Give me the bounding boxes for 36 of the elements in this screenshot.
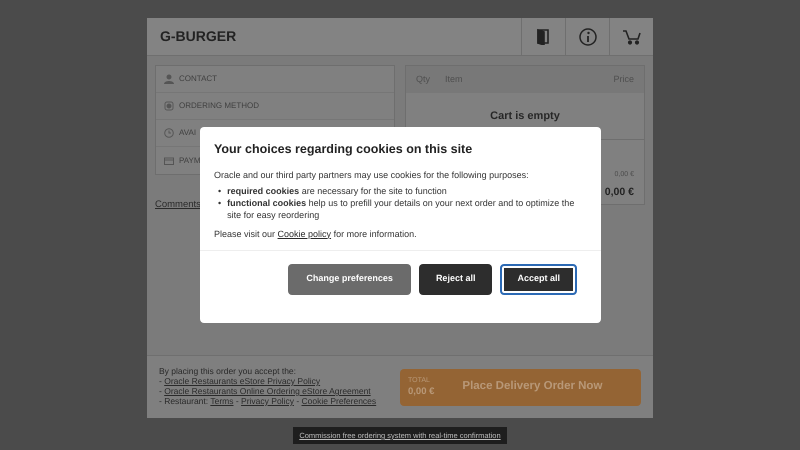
terms-text: - bbox=[159, 376, 163, 386]
store-title: G-BURGER bbox=[159, 27, 238, 46]
text-link[interactable]: Terms bbox=[210, 396, 234, 406]
clock-icon bbox=[164, 128, 174, 138]
purpose-item: required cookies are necessary for the site to function bbox=[227, 185, 447, 198]
dialog-title: Your choices regarding cookies on this site bbox=[213, 141, 474, 158]
dialog-text: Please visit our Cookie policy for more information. bbox=[214, 228, 418, 240]
text-link[interactable]: Oracle Restaurants Online Ordering eStore Agreement bbox=[164, 386, 371, 396]
step-label[interactable]: CONTACT bbox=[179, 73, 218, 85]
text-link[interactable]: Oracle Restaurants eStore Privacy Policy bbox=[164, 376, 320, 386]
dialog-button[interactable]: Reject all bbox=[418, 264, 492, 295]
person-icon bbox=[164, 74, 174, 84]
text-link[interactable]: Privacy Policy bbox=[241, 396, 294, 406]
cart-icon bbox=[622, 28, 641, 44]
dialog-button[interactable]: Change preferences bbox=[288, 264, 411, 295]
door-icon bbox=[536, 28, 551, 45]
card-icon bbox=[164, 156, 174, 166]
text-link[interactable]: Cookie policy bbox=[278, 228, 332, 239]
terms-text: - bbox=[296, 396, 300, 406]
comments-link[interactable]: Comments bbox=[155, 198, 201, 212]
terms-intro: By placing this order you accept the: bbox=[159, 366, 296, 376]
bullet: • bbox=[218, 197, 222, 210]
terms-text: - Restaurant: bbox=[159, 396, 210, 406]
bag-icon bbox=[164, 101, 174, 111]
terms-text: - bbox=[234, 396, 240, 406]
purpose-item: functional cookies help us to prefill your details on your next order and to optimize the site for easy reordering bbox=[227, 197, 576, 222]
step-label[interactable]: ORDERING METHOD bbox=[179, 100, 259, 112]
dialog-button[interactable]: Accept all bbox=[500, 264, 577, 295]
step-label[interactable]: AVAI bbox=[179, 127, 196, 139]
dialog-text: Oracle and our third party partners may use cookies for the following purposes: bbox=[214, 169, 530, 182]
total-value: 0,00 € bbox=[604, 184, 634, 200]
terms-text: - bbox=[159, 386, 163, 396]
info-icon bbox=[578, 28, 596, 46]
text-link[interactable]: Cookie Preferences bbox=[302, 396, 376, 406]
step-label[interactable]: PAYM bbox=[179, 154, 200, 166]
bullet: • bbox=[218, 185, 222, 198]
